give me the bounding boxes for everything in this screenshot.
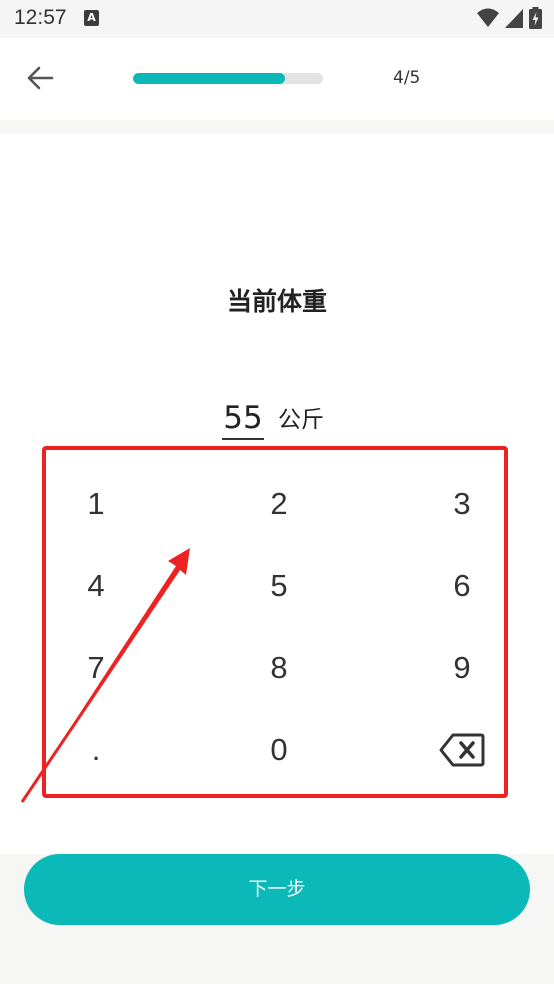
key-5[interactable]: 5 — [229, 556, 329, 616]
key-9[interactable]: 9 — [412, 638, 512, 698]
progress-bar — [133, 73, 323, 84]
arrow-left-icon — [27, 66, 54, 90]
key-decimal[interactable]: . — [46, 720, 146, 780]
notification-a-icon: A — [84, 10, 99, 26]
backspace-icon — [439, 733, 485, 767]
key-4[interactable]: 4 — [46, 556, 146, 616]
next-step-button[interactable]: 下一步 — [24, 854, 530, 925]
key-8[interactable]: 8 — [229, 638, 329, 698]
key-1[interactable]: 1 — [46, 474, 146, 534]
key-3[interactable]: 3 — [412, 474, 512, 534]
step-count: 4/5 — [393, 68, 421, 88]
key-0[interactable]: 0 — [229, 720, 329, 780]
number-keypad: 1 2 3 4 5 6 7 8 9 . 0 — [42, 446, 508, 798]
status-time: 12:57 — [14, 6, 67, 29]
main-content: 当前体重 55 公斤 1 2 3 4 5 6 7 8 9 . 0 — [0, 134, 554, 854]
key-6[interactable]: 6 — [412, 556, 512, 616]
header: 4/5 — [0, 38, 554, 120]
weight-input-screen: 12:57 A 4/5 当前体重 55 公斤 1 2 3 4 5 6 7 8 9… — [0, 0, 554, 984]
weight-input-row: 55 公斤 — [222, 392, 324, 440]
progress-fill — [133, 73, 285, 84]
battery-charging-icon — [529, 7, 542, 29]
weight-value-field[interactable]: 55 — [222, 400, 264, 440]
status-icons — [477, 6, 542, 30]
signal-icon — [505, 9, 523, 28]
key-2[interactable]: 2 — [229, 474, 329, 534]
status-bar: 12:57 A — [0, 0, 554, 38]
key-7[interactable]: 7 — [46, 638, 146, 698]
key-backspace[interactable] — [412, 720, 512, 780]
page-title: 当前体重 — [226, 287, 327, 316]
weight-unit-label: 公斤 — [278, 407, 324, 433]
wifi-icon — [477, 8, 499, 27]
back-button[interactable] — [22, 60, 58, 96]
header-divider — [0, 120, 554, 134]
